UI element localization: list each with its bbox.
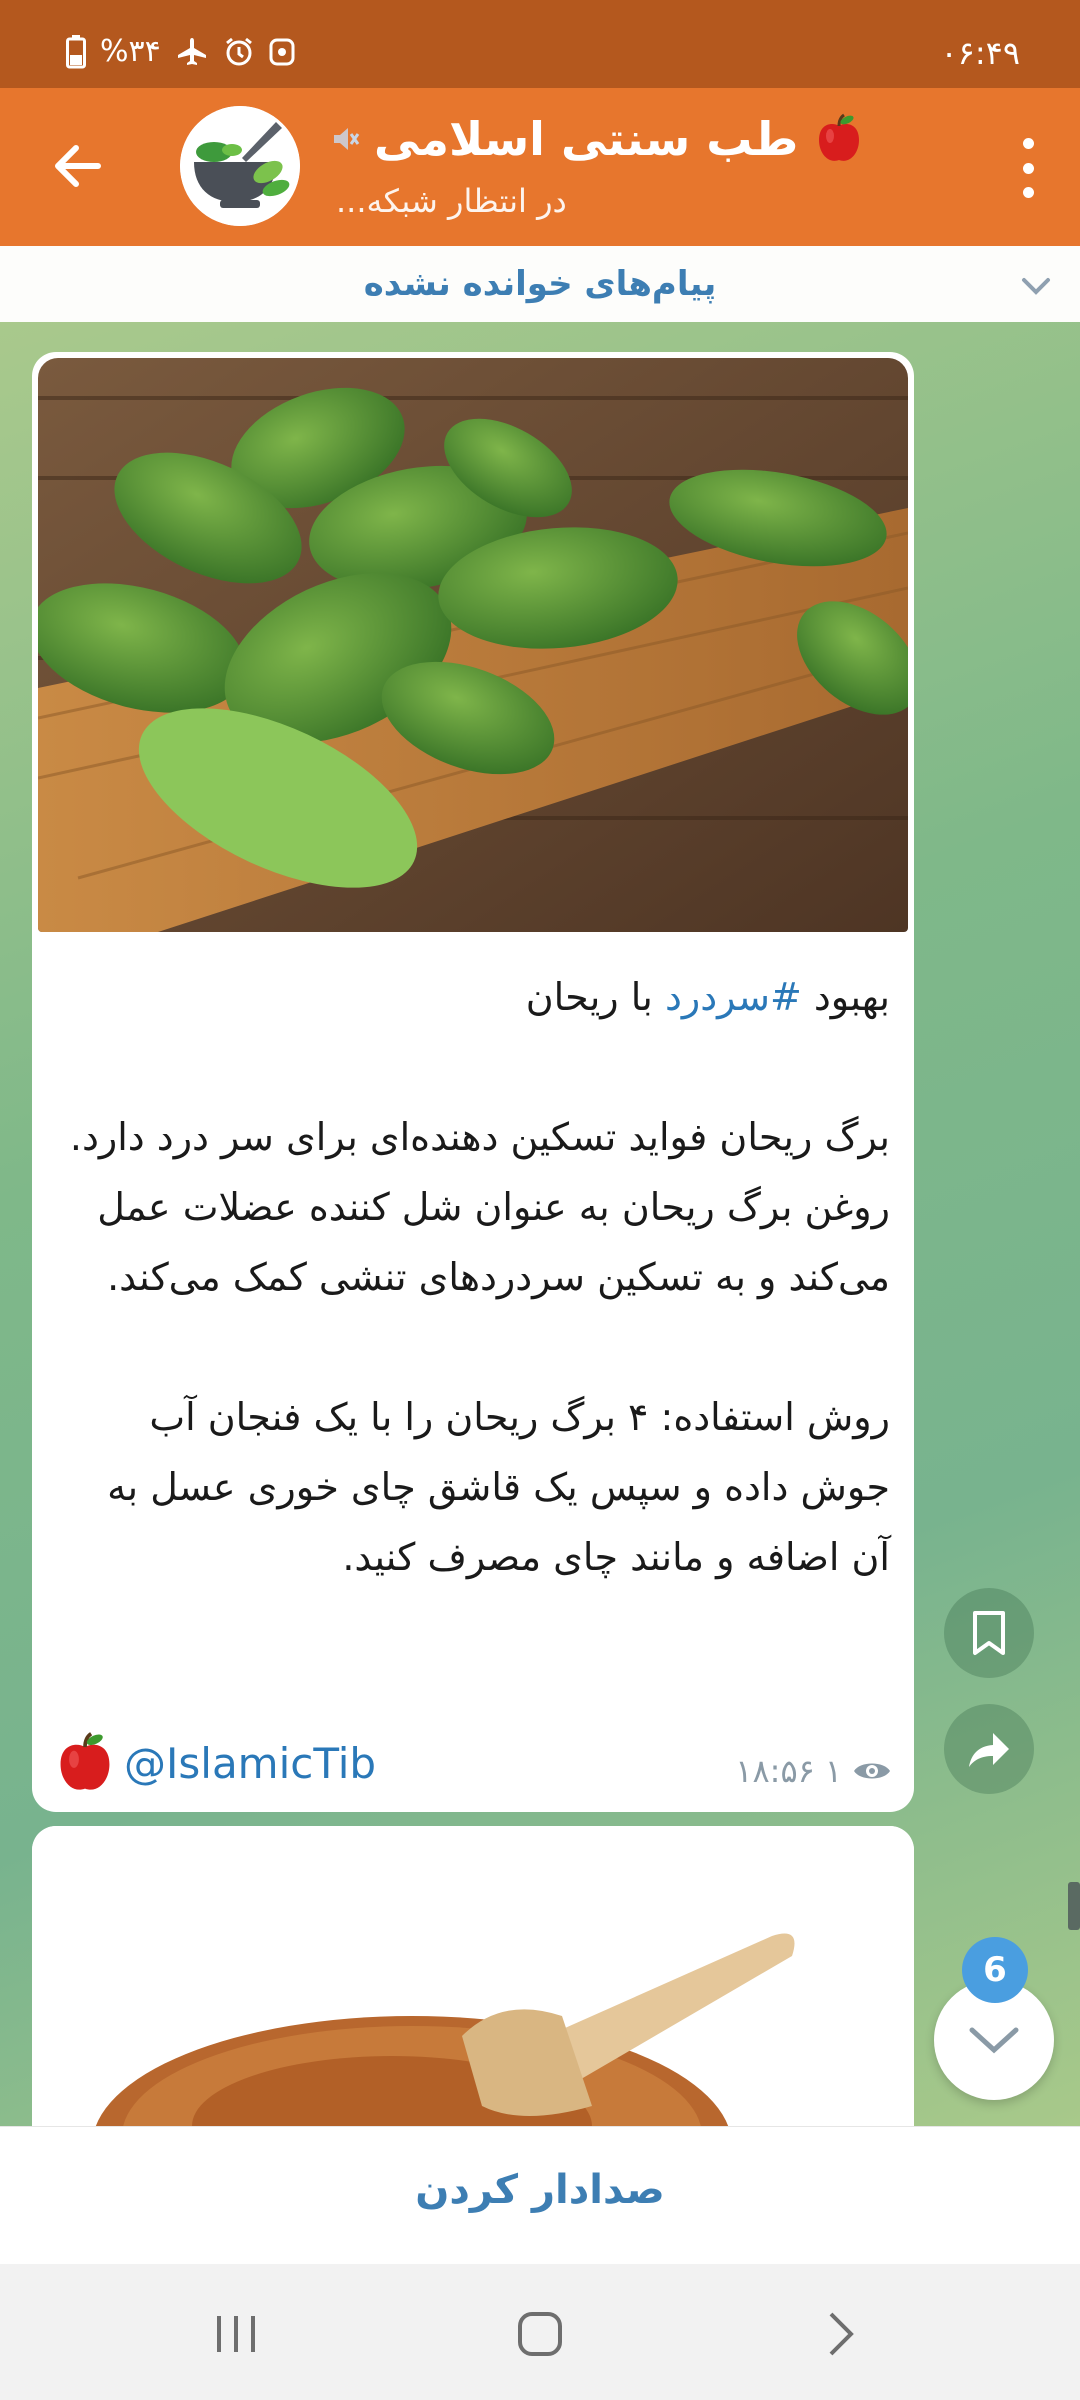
battery-percent: %۳۴ xyxy=(100,34,161,69)
arrow-left-icon xyxy=(55,145,101,187)
chevron-down-icon xyxy=(969,2027,1019,2054)
data-saver-icon xyxy=(269,38,295,65)
back-button[interactable] xyxy=(46,134,110,198)
message-time: ۱۸:۵۶ xyxy=(735,1752,815,1790)
airplane-icon xyxy=(177,37,206,65)
mortar-pestle-icon xyxy=(180,106,300,226)
muted-icon xyxy=(334,128,360,150)
more-options-button[interactable] xyxy=(1004,138,1052,198)
unmute-button[interactable]: صدادار کردن xyxy=(0,2167,1080,2213)
bookmark-icon xyxy=(973,1611,1005,1655)
channel-avatar[interactable] xyxy=(180,106,300,226)
recent-apps-button[interactable] xyxy=(196,2306,276,2362)
home-button[interactable] xyxy=(500,2306,580,2362)
save-message-button[interactable] xyxy=(944,1588,1034,1678)
eye-icon xyxy=(854,1763,890,1779)
apple-emoji-icon xyxy=(60,1732,110,1790)
message-meta: ۱۸:۵۶ ۱ xyxy=(735,1752,892,1790)
dot xyxy=(1022,162,1034,174)
scrollbar-thumb[interactable] xyxy=(1068,1882,1080,1930)
unread-count-badge: 6 xyxy=(962,1937,1028,2003)
dot xyxy=(1022,138,1034,149)
basil-image xyxy=(38,358,908,932)
view-count: ۱ xyxy=(824,1752,842,1790)
share-message-button[interactable] xyxy=(944,1704,1034,1794)
signature: @IslamicTib xyxy=(52,1730,376,1796)
headline-prefix: بهبود xyxy=(801,975,890,1019)
channel-username-link[interactable]: @IslamicTib xyxy=(124,1739,376,1788)
hashtag-link[interactable]: #سردرد xyxy=(665,975,802,1019)
apple-emoji-icon xyxy=(819,113,860,161)
chat-title-text: طب سنتی اسلامی xyxy=(374,112,799,166)
message-headline: بهبود #سردرد با ریحان xyxy=(62,962,890,1032)
message-paragraph-2: روش استفاده: ۴ برگ ریحان را با یک فنجان … xyxy=(107,1395,890,1579)
back-nav-button[interactable] xyxy=(800,2306,880,2362)
message-bubble[interactable]: بهبود #سردرد با ریحان برگ ریحان فواید تس… xyxy=(32,352,914,1812)
chevron-right-icon xyxy=(829,2312,854,2356)
app-bar: طب سنتی اسلامی در انتظار شبکه... xyxy=(0,88,1080,246)
unmute-bar: صدادار کردن xyxy=(0,2126,1080,2265)
message-bubble-2[interactable] xyxy=(32,1826,914,2146)
connection-status: در انتظار شبکه... xyxy=(336,182,567,220)
system-navigation-bar xyxy=(0,2264,1080,2400)
status-icons: %۳۴ xyxy=(66,34,295,69)
clock: ۰۶:۴۹ xyxy=(940,34,1020,72)
chevron-down-icon[interactable] xyxy=(1016,266,1056,306)
recents-icon xyxy=(217,2316,255,2352)
share-arrow-icon xyxy=(969,1733,1009,1767)
headline-suffix: با ریحان xyxy=(525,975,665,1019)
seeds-image xyxy=(32,1826,914,2146)
chat-title[interactable]: طب سنتی اسلامی xyxy=(330,112,866,166)
status-bar: %۳۴ ۰۶:۴۹ xyxy=(0,0,1080,88)
message-text: بهبود #سردرد با ریحان برگ ریحان فواید تس… xyxy=(62,962,890,1592)
basil-photo[interactable] xyxy=(38,358,908,932)
home-icon xyxy=(518,2312,562,2356)
unread-messages-label: پیام‌های خوانده نشده xyxy=(363,264,717,304)
dot xyxy=(1022,187,1034,198)
battery-icon xyxy=(66,34,86,68)
message-paragraph-1: برگ ریحان فواید تسکین دهنده‌ای برای سر د… xyxy=(69,1115,890,1299)
alarm-icon xyxy=(225,37,252,65)
unread-messages-banner[interactable]: پیام‌های خوانده نشده xyxy=(0,246,1080,323)
